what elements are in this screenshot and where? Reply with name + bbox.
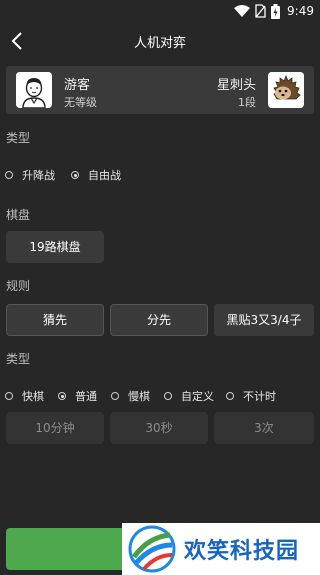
board-size-button[interactable]: 19路棋盘: [6, 231, 104, 263]
radio-ranked[interactable]: 升降战: [5, 167, 55, 183]
radio-icon: [226, 392, 234, 400]
byoyomi-time-field: 30秒: [110, 412, 208, 444]
status-bar: 9:49: [0, 0, 320, 22]
ai-name: 星刺头: [216, 78, 256, 93]
game-type-label: 类型: [6, 131, 31, 145]
guest-avatar: [16, 72, 52, 108]
radio-untimed[interactable]: 不计时: [226, 388, 276, 404]
time-type-options: 快棋 普通 慢棋 自定义 不计时: [5, 388, 276, 404]
start-game-button[interactable]: [6, 528, 126, 570]
person-icon: [16, 72, 52, 108]
battery-charging-icon: [271, 3, 281, 19]
even-game-button[interactable]: 分先: [110, 304, 208, 336]
radio-custom[interactable]: 自定义: [164, 388, 214, 404]
status-time: 9:49: [287, 4, 314, 18]
rules-label: 规则: [6, 279, 31, 293]
radio-icon: [5, 392, 13, 400]
hedgehog-icon: [268, 72, 304, 108]
radio-normal[interactable]: 普通: [58, 388, 97, 404]
watermark-logo-icon: [128, 525, 176, 573]
radio-icon: [5, 171, 13, 179]
radio-fast[interactable]: 快棋: [5, 388, 44, 404]
wifi-icon: [234, 5, 251, 17]
nigiri-button[interactable]: 猜先: [6, 304, 104, 336]
byoyomi-count-field: 3次: [214, 412, 314, 444]
komi-button[interactable]: 黑贴3又3/4子: [214, 304, 314, 336]
watermark-text: 欢笑科技园: [184, 539, 300, 564]
radio-slow[interactable]: 慢棋: [111, 388, 150, 404]
radio-icon: [111, 392, 119, 400]
page-title: 人机对弈: [133, 36, 186, 51]
board-label: 棋盘: [6, 208, 31, 222]
guest-rank: 无等级: [64, 96, 97, 109]
ai-rank: 1段: [238, 96, 256, 109]
no-sim-icon: [255, 4, 266, 18]
player-card: 游客 无等级 星刺头 1段: [6, 66, 314, 114]
radio-free[interactable]: 自由战: [71, 167, 121, 183]
radio-selected-icon: [58, 392, 66, 400]
time-type-label: 类型: [6, 352, 31, 366]
top-bar: 人机对弈: [0, 22, 320, 60]
radio-icon: [164, 392, 172, 400]
radio-selected-icon: [71, 171, 79, 179]
game-type-options: 升降战 自由战: [5, 167, 121, 183]
guest-name: 游客: [64, 78, 91, 93]
ai-avatar: [268, 72, 304, 108]
main-time-field: 10分钟: [6, 412, 104, 444]
watermark: 欢笑科技园: [122, 523, 320, 575]
